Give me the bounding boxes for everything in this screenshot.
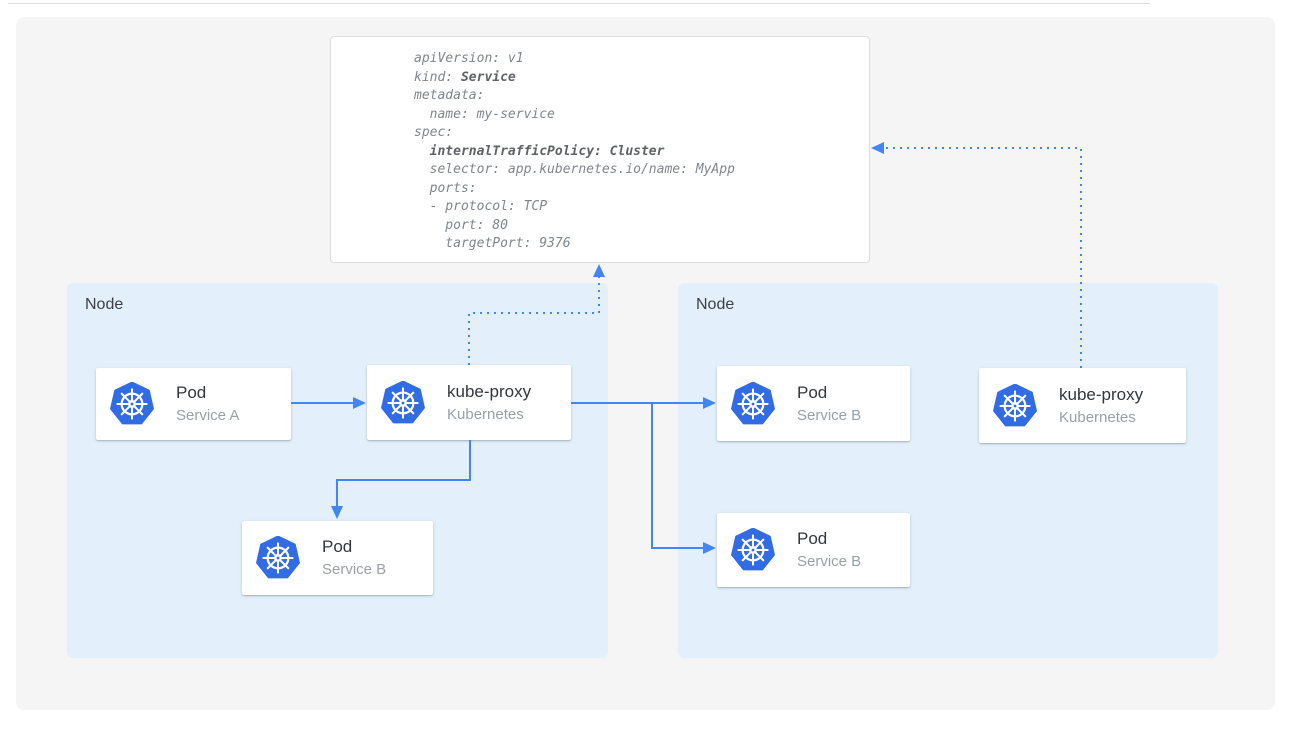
yaml-line: - protocol: TCP: [414, 198, 735, 217]
card-subtitle: Service B: [797, 406, 861, 426]
pod-service-b-right-bottom-card: Pod Service B: [717, 513, 910, 587]
yaml-line: ports:: [414, 180, 735, 199]
node-label: Node: [696, 296, 734, 314]
pod-service-a-card: Pod Service A: [96, 368, 291, 440]
card-subtitle: Service A: [176, 406, 239, 426]
card-title: Pod: [322, 536, 386, 558]
kube-proxy-right-card: kube-proxy Kubernetes: [979, 368, 1186, 443]
yaml-line: spec:: [414, 124, 735, 143]
card-title: kube-proxy: [1059, 384, 1143, 406]
yaml-line: kind: Service: [414, 69, 735, 88]
card-title: Pod: [176, 382, 239, 404]
yaml-line: apiVersion: v1: [414, 50, 735, 69]
node-label: Node: [85, 296, 123, 314]
yaml-line: port: 80: [414, 217, 735, 236]
yaml-line: selector: app.kubernetes.io/name: MyApp: [414, 161, 735, 180]
service-yaml-box: apiVersion: v1 kind: Service metadata: n…: [330, 36, 870, 263]
service-yaml-code: apiVersion: v1 kind: Service metadata: n…: [414, 50, 735, 254]
card-title: kube-proxy: [447, 381, 531, 403]
kubernetes-icon: [256, 536, 300, 580]
card-title: Pod: [797, 382, 861, 404]
yaml-line-internal-traffic-policy: internalTrafficPolicy: Cluster: [414, 143, 735, 162]
yaml-line: metadata:: [414, 87, 735, 106]
yaml-line: targetPort: 9376: [414, 235, 735, 254]
kubernetes-icon: [993, 384, 1037, 428]
card-subtitle: Service B: [797, 552, 861, 572]
card-subtitle: Kubernetes: [447, 405, 531, 425]
node-box-right: Node: [678, 283, 1218, 658]
card-subtitle: Service B: [322, 560, 386, 580]
diagram-canvas: apiVersion: v1 kind: Service metadata: n…: [0, 0, 1296, 729]
kubernetes-icon: [731, 528, 775, 572]
kubernetes-icon: [731, 382, 775, 426]
pod-service-b-left-card: Pod Service B: [242, 521, 433, 595]
pod-service-b-right-top-card: Pod Service B: [717, 366, 910, 441]
card-title: Pod: [797, 528, 861, 550]
kube-proxy-left-card: kube-proxy Kubernetes: [367, 365, 571, 440]
kubernetes-icon: [110, 382, 154, 426]
node-box-left: Node: [67, 283, 608, 658]
card-subtitle: Kubernetes: [1059, 408, 1143, 428]
yaml-line: name: my-service: [414, 106, 735, 125]
top-divider: [8, 3, 1150, 4]
kubernetes-icon: [381, 381, 425, 425]
